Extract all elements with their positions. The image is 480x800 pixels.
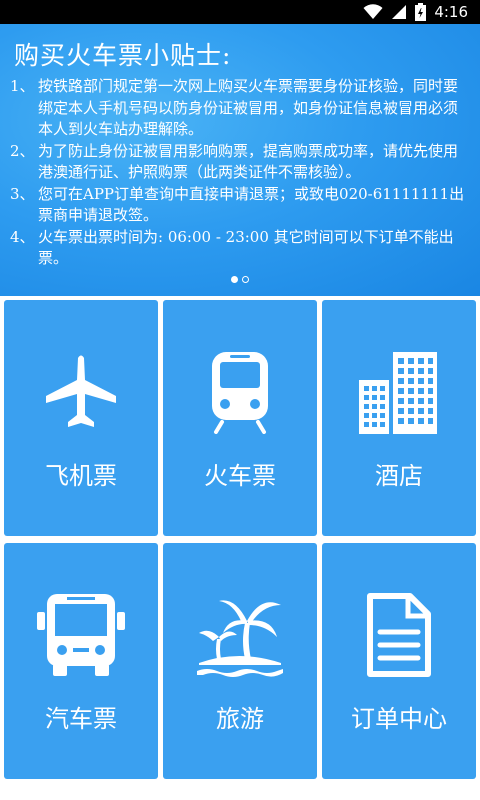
train-icon (163, 344, 317, 440)
travel-label: 旅游 (216, 705, 264, 733)
tip-item: 2、 为了防止身份证被冒用影响购票，提高购票成功率，请优先使用港澳通行证、护照购票… (10, 141, 459, 182)
page-dot[interactable] (242, 276, 249, 283)
building-icon (322, 344, 476, 440)
tip-item: 1、 按铁路部门规定第一次网上购买火车票需要身份证核验，同时要绑定本人手机号码以防… (10, 77, 459, 138)
palm-tree-icon (163, 587, 317, 683)
document-icon (322, 587, 476, 683)
tip-item: 3、 您可在APP订单查询中直接申请退票；或致电020-61111111出票商申请… (10, 184, 465, 225)
wifi-icon (363, 4, 383, 19)
signal-icon (392, 5, 407, 19)
train-ticket-button[interactable]: 火车票 (163, 300, 317, 536)
travel-button[interactable]: 旅游 (163, 543, 317, 779)
bus-ticket-label: 汽车票 (45, 705, 117, 733)
order-center-button[interactable]: 订单中心 (322, 543, 476, 779)
status-bar: 4:16 (0, 0, 480, 24)
hotel-button[interactable]: 酒店 (322, 300, 476, 536)
tips-list: 1、 按铁路部门规定第一次网上购买火车票需要身份证核验，同时要绑定本人手机号码以防… (10, 76, 472, 270)
status-time: 4:16 (434, 3, 468, 21)
bus-ticket-button[interactable]: 汽车票 (4, 543, 158, 779)
hotel-label: 酒店 (375, 462, 423, 490)
train-ticket-label: 火车票 (204, 462, 276, 490)
page-indicator (0, 276, 480, 283)
tip-item: 4、 火车票出票时间为: 06:00 - 23:00 其它时间可以下订单不能出票。 (10, 227, 454, 268)
tips-banner[interactable]: 购买火车票小贴士: 1、 按铁路部门规定第一次网上购买火车票需要身份证核验，同时要… (0, 24, 480, 296)
flight-ticket-button[interactable]: 飞机票 (4, 300, 158, 536)
bus-icon (4, 587, 158, 683)
flight-ticket-label: 飞机票 (45, 462, 117, 490)
battery-icon (415, 3, 427, 21)
menu-grid: 飞机票 火车票 酒店 汽车票 旅游 订单中心 (0, 296, 480, 800)
banner-title: 购买火车票小贴士: (14, 41, 232, 70)
page-dot-active[interactable] (231, 276, 238, 283)
order-center-label: 订单中心 (351, 705, 447, 733)
airplane-icon (4, 344, 158, 440)
